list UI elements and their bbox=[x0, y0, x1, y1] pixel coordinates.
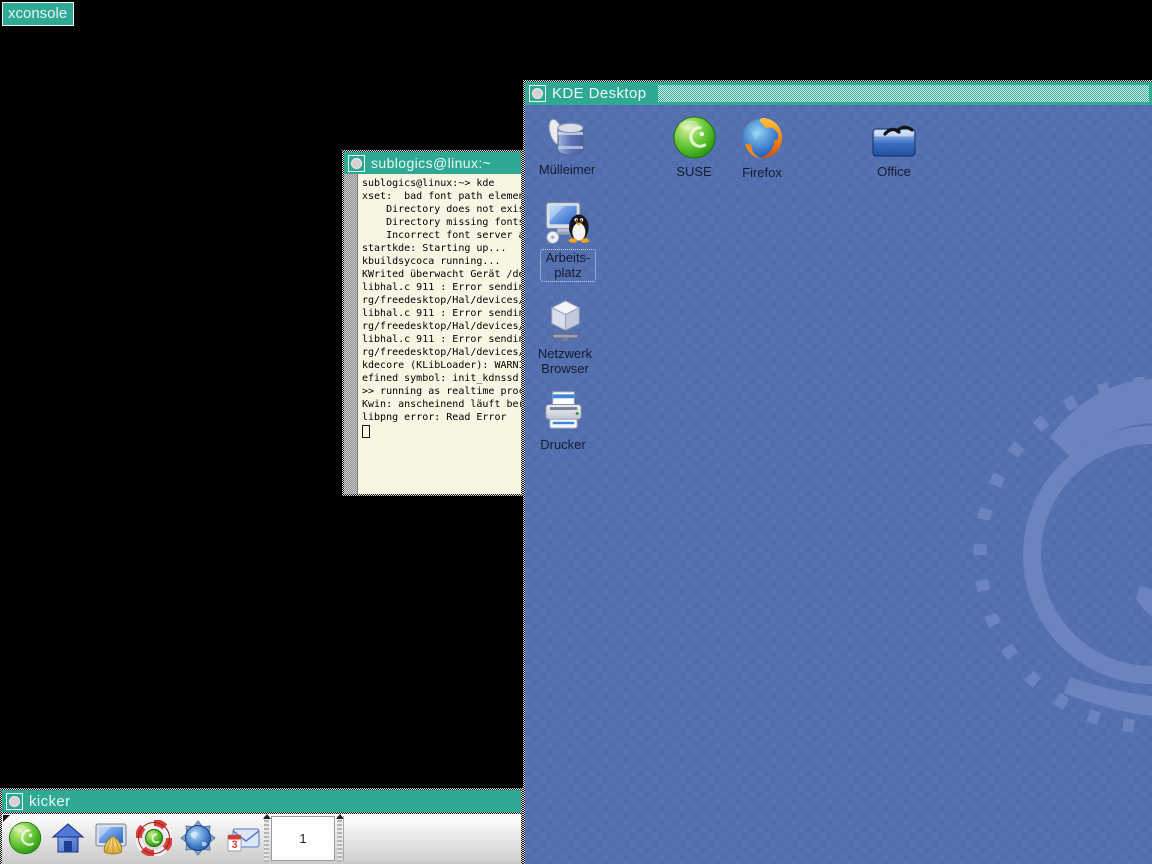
terminal-line: KWrited überwacht Gerät /de bbox=[362, 269, 521, 280]
suse-menu-icon bbox=[8, 821, 42, 855]
kontact-mail-icon: 3 bbox=[227, 828, 260, 852]
konsole-button[interactable] bbox=[93, 820, 129, 856]
openoffice-icon bbox=[872, 125, 916, 157]
kontact-button[interactable]: 3 bbox=[226, 820, 262, 856]
terminal-body: sublogics@linux:~> kde xset: bad font pa… bbox=[344, 174, 521, 494]
label-line: Browser bbox=[541, 361, 589, 376]
desktop-icon-arbeitsplatz[interactable]: Arbeits- platz bbox=[528, 196, 608, 282]
kicker-panel: 3 1 bbox=[2, 814, 521, 864]
konqueror-button[interactable] bbox=[180, 820, 216, 856]
kde-desktop-window: KDE Desktop Mülleimer SUSE Firefox Offic… bbox=[523, 80, 1152, 864]
desktop-pager[interactable]: 1 bbox=[271, 816, 335, 861]
desktop-area[interactable]: Mülleimer SUSE Firefox Office Arbeits- p… bbox=[525, 105, 1152, 864]
applet-handle[interactable] bbox=[336, 814, 344, 862]
terminal-line: Directory does not exis bbox=[362, 204, 521, 215]
terminal-cursor bbox=[362, 425, 370, 438]
home-icon bbox=[51, 823, 85, 853]
window-menu-icon bbox=[9, 795, 20, 807]
terminal-line: efined symbol: init_kdnssd bbox=[362, 373, 519, 384]
terminal-line: >> running as realtime proc bbox=[362, 386, 521, 397]
label-line: Netzwerk bbox=[537, 346, 593, 361]
konqueror-globe-icon bbox=[180, 820, 216, 856]
xconsole-titlebar[interactable]: xconsole bbox=[2, 2, 75, 26]
label-line: platz bbox=[554, 265, 582, 280]
printer-icon bbox=[544, 391, 582, 429]
suse-geeko-ball-icon bbox=[672, 116, 716, 159]
terminal-line: libhal.c 911 : Error sendin bbox=[362, 282, 521, 293]
terminal-scrollbar[interactable] bbox=[344, 174, 358, 494]
window-menu-button[interactable] bbox=[6, 792, 23, 810]
suse-help-lifering-icon bbox=[135, 819, 173, 857]
terminal-line: Kwin: anscheinend läuft ber bbox=[362, 399, 521, 410]
firefox-icon bbox=[742, 118, 782, 159]
terminal-line: libhal.c 911 : Error sendin bbox=[362, 334, 521, 345]
trash-icon bbox=[548, 118, 584, 156]
terminal-line: rg/freedesktop/Hal/devices/ bbox=[362, 321, 521, 332]
desktop-icon-suse[interactable]: SUSE bbox=[659, 114, 729, 179]
titlebar-grab-area[interactable] bbox=[658, 85, 1149, 102]
terminal-output[interactable]: sublogics@linux:~> kde xset: bad font pa… bbox=[358, 174, 521, 494]
network-box-icon bbox=[550, 300, 580, 342]
terminal-line: Directory missing fonts bbox=[362, 217, 521, 228]
kmenu-button[interactable] bbox=[7, 820, 43, 856]
terminal-line: rg/freedesktop/Hal/devices/ bbox=[362, 295, 521, 306]
label-line: Arbeits- bbox=[545, 250, 591, 265]
terminal-window: sublogics@linux:~ sublogics@linux:~> kde… bbox=[342, 150, 523, 496]
root-screen: xconsole sublogics@linux:~ sublogics@lin… bbox=[0, 0, 1152, 864]
kicker-titlebar[interactable]: kicker bbox=[2, 790, 521, 812]
terminal-title: sublogics@linux:~ bbox=[371, 155, 492, 171]
kontact-badge: 3 bbox=[231, 839, 237, 851]
terminal-line: libpng error: Read Error bbox=[362, 412, 507, 423]
terminal-line: sublogics@linux:~> kde bbox=[362, 178, 495, 189]
desktop-icon-trash[interactable]: Mülleimer bbox=[527, 111, 607, 177]
terminal-line: startkde: Starting up... bbox=[362, 243, 507, 254]
desktop-icon-netzwerk[interactable]: Netzwerk Browser bbox=[525, 296, 605, 376]
kicker-window: kicker 3 1 bbox=[0, 788, 523, 864]
applet-handle[interactable] bbox=[263, 814, 271, 862]
taskbar-area[interactable] bbox=[343, 816, 521, 861]
terminal-line: Incorrect font server a bbox=[362, 230, 521, 241]
terminal-line: kdecore (KLibLoader): WARNI bbox=[362, 360, 521, 371]
desktop-icon-label: Netzwerk Browser bbox=[538, 346, 592, 376]
kde-desktop-titlebar[interactable]: KDE Desktop bbox=[525, 82, 1152, 105]
terminal-line: xset: bad font path elemen bbox=[362, 191, 521, 202]
terminal-line: kbuildsycoca running... bbox=[362, 256, 501, 267]
window-menu-button[interactable] bbox=[348, 154, 365, 172]
desktop-icon-drucker[interactable]: Drucker bbox=[525, 387, 601, 452]
suse-watermark-icon bbox=[973, 376, 1152, 734]
applet-arrow-icon bbox=[263, 814, 271, 819]
help-button[interactable] bbox=[135, 819, 173, 857]
window-menu-icon bbox=[532, 88, 543, 99]
desktop-icon-label: Mülleimer bbox=[538, 162, 596, 177]
desktop-icon-label: Arbeits- platz bbox=[539, 249, 597, 282]
computer-tux-icon bbox=[545, 201, 590, 244]
desktop-icon-firefox[interactable]: Firefox bbox=[727, 114, 797, 180]
desktop-icon-office[interactable]: Office bbox=[859, 117, 929, 179]
desktop-icon-label: Office bbox=[877, 164, 911, 179]
desktop-icon-label: Drucker bbox=[540, 437, 586, 452]
konsole-shell-icon bbox=[95, 823, 127, 855]
terminal-line: libhal.c 911 : Error sendin bbox=[362, 308, 521, 319]
desktop-icon-label: Firefox bbox=[742, 165, 782, 180]
window-menu-button[interactable] bbox=[529, 85, 546, 102]
window-menu-icon bbox=[351, 157, 362, 169]
terminal-line: rg/freedesktop/Hal/devices/ bbox=[362, 347, 521, 358]
terminal-titlebar[interactable]: sublogics@linux:~ bbox=[344, 152, 521, 174]
desktop-icon-label: SUSE bbox=[676, 164, 712, 179]
kicker-title: kicker bbox=[29, 792, 71, 810]
home-button[interactable] bbox=[50, 820, 86, 856]
kde-desktop-title: KDE Desktop bbox=[552, 85, 647, 102]
